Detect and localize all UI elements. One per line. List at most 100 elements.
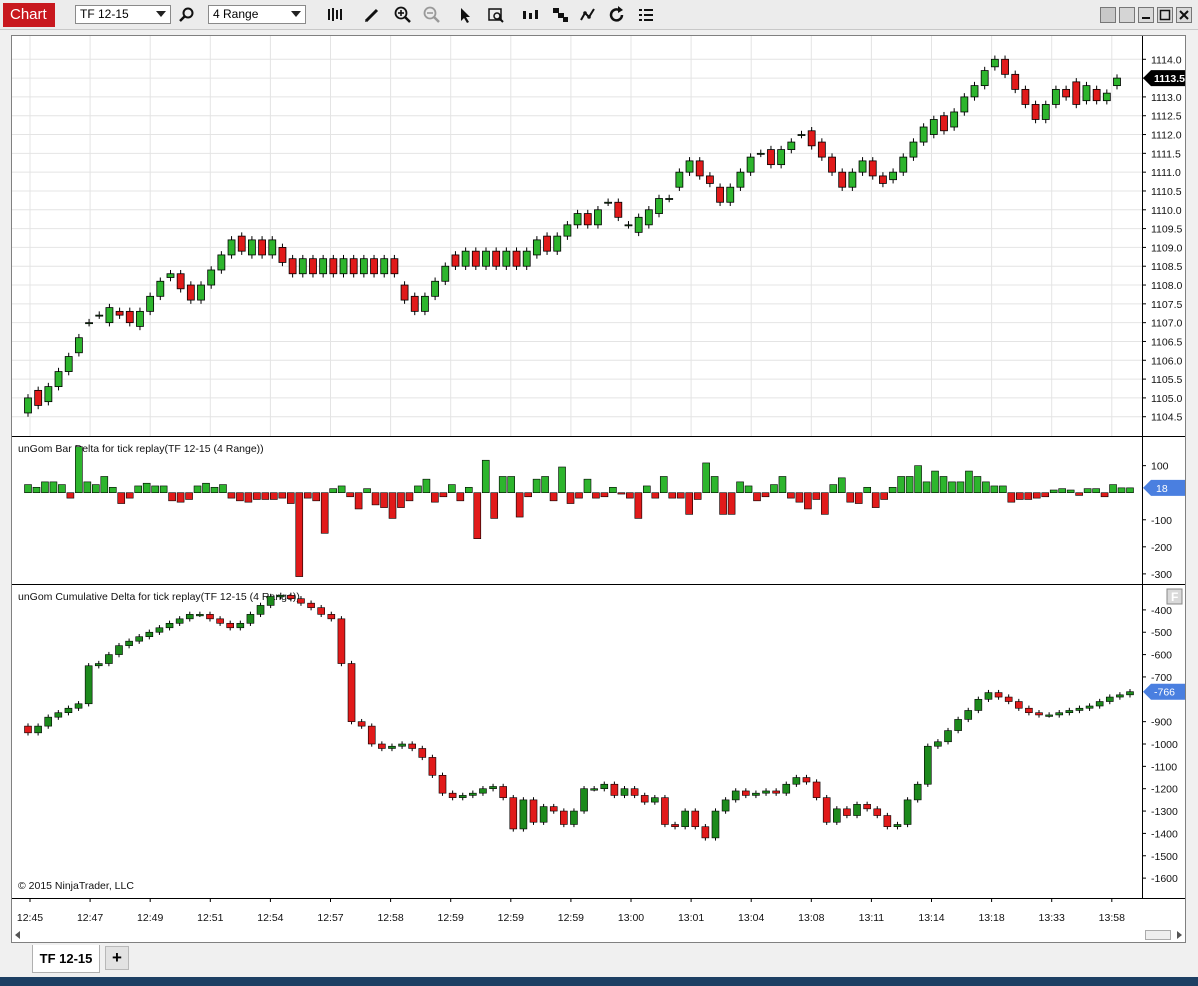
delta-bar (83, 481, 92, 494)
time-axis-label: 13:04 (738, 912, 764, 924)
price-candle (1062, 88, 1071, 98)
maximize-button[interactable] (1157, 7, 1173, 23)
delta-bar (312, 492, 321, 502)
chart-toolbar: Chart TF 12-15 4 Range (0, 0, 1198, 30)
delta-bar (770, 484, 778, 494)
price-candle (390, 258, 399, 275)
delta-bar (168, 492, 176, 502)
delta-bar (329, 488, 337, 494)
cum-candle (469, 792, 477, 796)
price-candle (207, 269, 216, 286)
bar-delta-title: unGom Bar Delta for tick replay(TF 12-15… (18, 443, 264, 455)
search-icon[interactable] (177, 5, 197, 25)
strategies-icon[interactable] (578, 5, 598, 25)
cum-candle (792, 777, 801, 785)
data-box-icon[interactable] (486, 5, 506, 25)
cum-candle (287, 595, 295, 600)
cum-candle (873, 808, 882, 816)
delta-bar (295, 492, 304, 577)
cum-candle (135, 636, 144, 642)
zoom-in-icon[interactable] (393, 5, 413, 25)
cum-axis-label: -600 (1151, 650, 1172, 662)
price-candle (817, 141, 826, 158)
pencil-draw-icon[interactable] (362, 5, 382, 25)
cum-candle (913, 783, 922, 801)
delta-bar (524, 492, 532, 498)
cum-candle (236, 622, 245, 629)
window-icon[interactable] (1119, 7, 1135, 23)
indicators-icon[interactable] (550, 5, 570, 25)
cum-candle (994, 692, 1003, 698)
cum-candle (883, 815, 892, 828)
price-candle (64, 356, 73, 372)
price-candle (105, 307, 114, 324)
chart-menu-button[interactable]: Chart (3, 3, 55, 27)
price-candle (655, 198, 663, 214)
delta-bar (75, 446, 83, 494)
pointer-icon[interactable] (456, 5, 476, 25)
cum-axis-label: -1600 (1151, 873, 1178, 885)
delta-bar (151, 485, 159, 494)
delta-bar (804, 492, 812, 510)
delta-bar (761, 492, 770, 498)
cum-delta-title: unGom Cumulative Delta for tick replay(T… (18, 591, 300, 603)
chart-area[interactable]: 12:45 12:47 12:49 12:51 12:54 12:57 12:58 12:59… (11, 35, 1186, 943)
price-candle (85, 322, 93, 325)
delta-bar (515, 492, 524, 518)
time-axis-label: 12:51 (197, 912, 223, 924)
cum-candle (448, 792, 457, 798)
chart-canvas[interactable]: 12:45 12:47 12:49 12:51 12:54 12:57 12:58 12:59… (12, 36, 1185, 942)
price-candle (421, 295, 429, 312)
close-button[interactable] (1176, 7, 1192, 23)
delta-bar (829, 484, 838, 494)
cum-candle (398, 743, 406, 747)
price-axis-label: 1112.0 (1151, 130, 1182, 142)
time-axis-label: 12:58 (377, 912, 403, 924)
cum-candle (1085, 705, 1094, 709)
delta-bar (261, 492, 270, 500)
instrument-selector[interactable]: TF 12-15 (75, 5, 171, 24)
cum-candle (94, 663, 103, 667)
time-axis-label: 12:54 (257, 912, 283, 924)
horizontal-scrollbar[interactable] (12, 928, 1185, 942)
price-candle (573, 213, 582, 226)
delta-bar (253, 492, 261, 500)
properties-icon[interactable] (636, 5, 656, 25)
scroll-right-icon[interactable] (1177, 931, 1182, 939)
price-axis-label: 1105.0 (1151, 393, 1182, 405)
cum-candle (691, 810, 700, 828)
tab-instrument[interactable]: TF 12-15 (32, 945, 100, 973)
reload-icon[interactable] (607, 5, 627, 25)
cum-candle (115, 645, 123, 655)
cum-candle (408, 743, 416, 749)
cum-candle (347, 663, 356, 722)
price-candle (380, 258, 389, 275)
delta-bar (846, 492, 855, 503)
add-tab-button[interactable]: + (105, 946, 129, 970)
delta-bar (380, 492, 388, 508)
cum-candle (944, 730, 952, 743)
time-axis-label: 12:47 (77, 912, 103, 924)
price-candle (950, 111, 959, 128)
zoom-out-icon[interactable] (422, 5, 442, 25)
delta-bar (448, 484, 456, 494)
cum-candle (1065, 710, 1074, 714)
delta-bar (634, 492, 643, 519)
price-candle (359, 258, 368, 275)
price-candle (441, 265, 450, 282)
bars-type-icon[interactable] (324, 5, 344, 25)
scroll-thumb[interactable] (1145, 930, 1171, 940)
bar-spacing-icon[interactable] (520, 5, 540, 25)
period-selector[interactable]: 4 Range (208, 5, 306, 24)
delta-bar (49, 481, 58, 494)
cum-candle (155, 627, 164, 633)
minimize-button[interactable] (1138, 7, 1154, 23)
scroll-left-icon[interactable] (15, 931, 20, 939)
delta-bar (719, 492, 727, 515)
cum-candle (539, 806, 548, 823)
cum-candle (74, 703, 83, 709)
delta-bar (1015, 492, 1024, 500)
delta-bar (676, 492, 685, 499)
cum-candle (620, 788, 629, 796)
link-icon[interactable] (1100, 7, 1116, 23)
